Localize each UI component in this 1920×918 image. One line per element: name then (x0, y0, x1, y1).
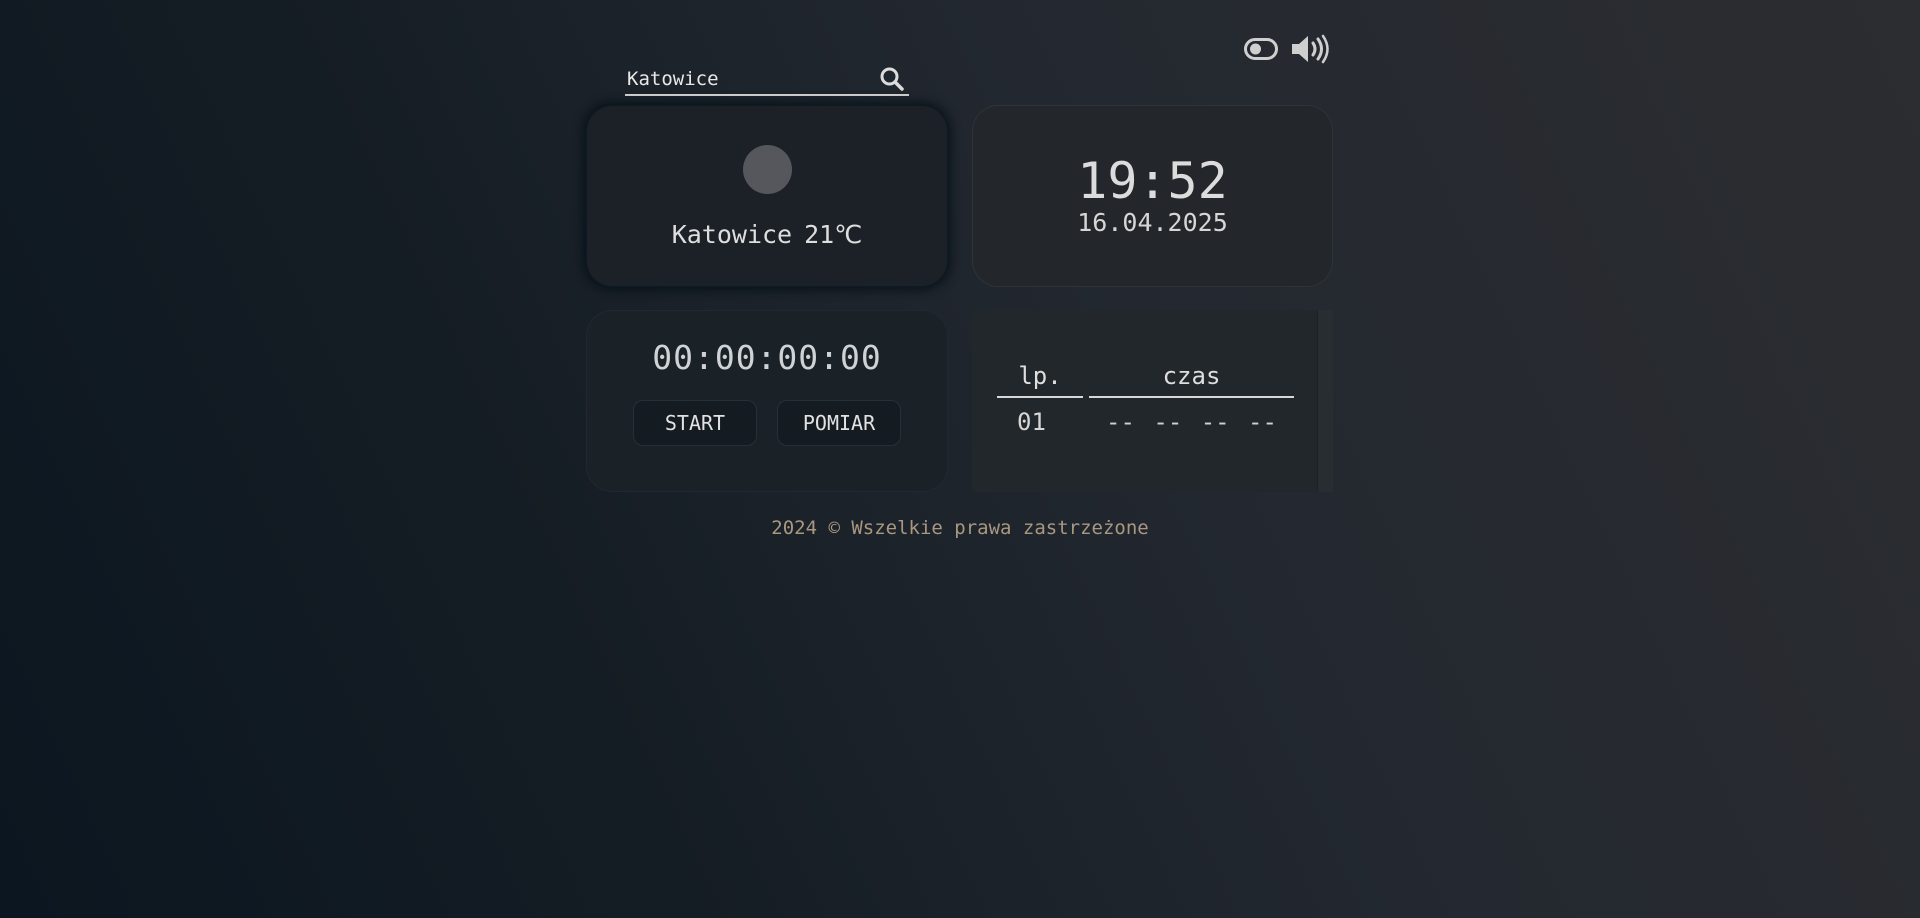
city-search-input[interactable] (625, 65, 875, 93)
stopwatch-display: 00:00:00:00 (652, 338, 882, 377)
measure-button[interactable]: POMIAR (777, 400, 901, 446)
clock-date: 16.04.2025 (1077, 208, 1228, 237)
laps-table: lp. czas 01 -- -- -- -- (997, 362, 1294, 436)
table-row: 01 -- -- -- -- (997, 408, 1294, 436)
sound-button[interactable] (1290, 34, 1330, 64)
laps-card: lp. czas 01 -- -- -- -- (972, 310, 1333, 492)
toggle-icon (1244, 38, 1278, 60)
clock-time: 19:52 (1077, 152, 1228, 210)
stopwatch-card: 00:00:00:00 START POMIAR (586, 310, 948, 492)
clock-card: 19:52 16.04.2025 (972, 105, 1333, 287)
top-controls (1244, 34, 1330, 64)
lap-time: -- -- -- -- (1106, 408, 1277, 436)
laps-header-lp: lp. (997, 362, 1083, 398)
weather-city: Katowice (671, 220, 793, 249)
footer-copyright: 2024 © Wszelkie prawa zastrzeżone (771, 517, 1149, 539)
laps-header-row: lp. czas (997, 362, 1294, 398)
search-icon (880, 67, 904, 91)
laps-scrollbar[interactable] (1317, 310, 1333, 492)
search-bar (625, 64, 909, 96)
weather-temperature: 21℃ (804, 220, 863, 249)
search-button[interactable] (875, 64, 909, 94)
speaker-volume-icon (1292, 34, 1329, 64)
start-button[interactable]: START (633, 400, 757, 446)
lap-number: 01 (1017, 408, 1046, 436)
theme-toggle-button[interactable] (1244, 38, 1278, 60)
laps-header-czas: czas (1089, 362, 1294, 398)
weather-condition-icon (742, 145, 792, 194)
weather-card: Katowice 21℃ (586, 105, 948, 287)
weather-info: Katowice 21℃ (672, 220, 863, 249)
stopwatch-controls: START POMIAR (633, 400, 901, 446)
